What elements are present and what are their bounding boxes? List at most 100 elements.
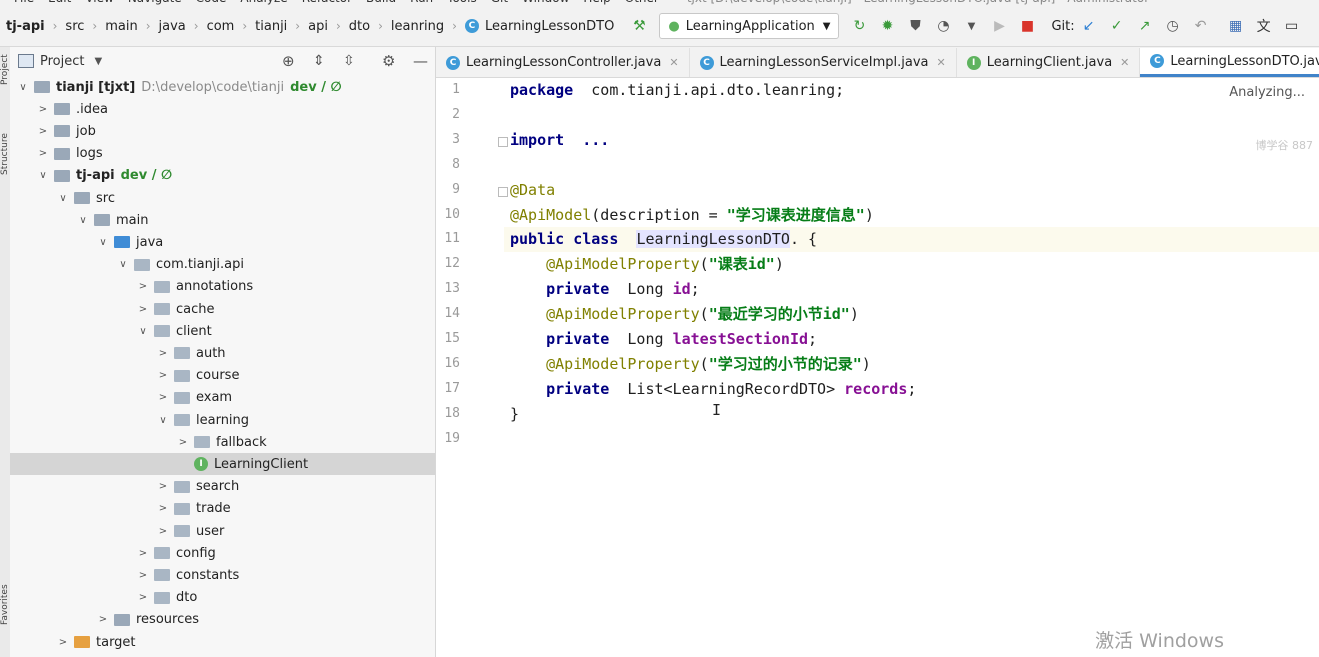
build-hammer-icon[interactable]: ⚒ — [628, 15, 650, 37]
menu-item[interactable]: Navigate — [128, 0, 182, 5]
tree-item[interactable]: ∨ java — [10, 231, 435, 253]
translate-icon[interactable]: 文 — [1253, 15, 1275, 37]
menu-item[interactable]: Edit — [48, 0, 71, 5]
close-icon[interactable]: ✕ — [937, 56, 946, 69]
breadcrumb-item[interactable]: api — [308, 19, 328, 34]
chevron-down-icon[interactable]: ∨ — [156, 415, 170, 426]
chevron-right-icon[interactable]: > — [96, 614, 110, 625]
tree-item[interactable]: > dto — [10, 587, 435, 609]
close-icon[interactable]: ✕ — [1120, 56, 1129, 69]
project-strip-label[interactable]: Project — [0, 54, 10, 85]
tree-item[interactable]: ∨ src — [10, 187, 435, 209]
breadcrumb-item[interactable]: tj-api — [6, 19, 45, 34]
chevron-right-icon[interactable]: > — [156, 348, 170, 359]
breadcrumb-item[interactable]: tianji — [255, 19, 287, 34]
tree-item[interactable]: ∨ tj-api dev / ∅ — [10, 165, 435, 187]
tree-item[interactable]: > search — [10, 476, 435, 498]
tree-item[interactable]: > logs — [10, 143, 435, 165]
profile-icon[interactable]: ◔ — [932, 15, 954, 37]
chevron-right-icon[interactable]: > — [136, 304, 150, 315]
structure-strip-label[interactable]: Structure — [0, 133, 10, 175]
editor-tab[interactable]: C LearningLessonController.java ✕ — [436, 48, 690, 77]
presentation-icon[interactable]: ▭ — [1281, 15, 1303, 37]
chevron-down-icon[interactable]: ∨ — [96, 237, 110, 248]
chevron-right-icon[interactable]: > — [136, 281, 150, 292]
tree-item[interactable]: I LearningClient — [10, 453, 435, 476]
menu-item[interactable]: Git — [491, 0, 508, 5]
tree-item[interactable]: > cache — [10, 298, 435, 320]
breadcrumb-item[interactable]: main — [105, 19, 137, 34]
tree-item[interactable]: > fallback — [10, 431, 435, 453]
chevron-down-icon[interactable]: ∨ — [16, 82, 30, 93]
run-configuration-select[interactable]: ● LearningApplication ▼ — [659, 13, 840, 39]
menu-item[interactable]: Build — [366, 0, 396, 5]
expand-all-icon[interactable]: ⇕ — [313, 53, 325, 69]
tree-item[interactable]: > exam — [10, 387, 435, 409]
chevron-right-icon[interactable]: > — [156, 526, 170, 537]
tree-item[interactable]: > config — [10, 542, 435, 564]
menu-item[interactable]: Window — [522, 0, 569, 5]
chevron-right-icon[interactable]: > — [136, 570, 150, 581]
tree-item[interactable]: ∨ client — [10, 320, 435, 342]
git-push-icon[interactable]: ↗ — [1134, 15, 1156, 37]
git-update-icon[interactable]: ↙ — [1078, 15, 1100, 37]
collapse-all-icon[interactable]: ⇳ — [343, 53, 355, 69]
menu-item[interactable]: Help — [583, 0, 610, 5]
breadcrumb-item[interactable]: dto — [349, 19, 370, 34]
tree-item[interactable]: > user — [10, 520, 435, 542]
chevron-right-icon[interactable]: > — [36, 148, 50, 159]
tree-item[interactable]: > annotations — [10, 276, 435, 298]
tree-item[interactable]: > auth — [10, 342, 435, 364]
project-structure-icon[interactable]: ▦ — [1225, 15, 1247, 37]
chevron-right-icon[interactable]: > — [136, 548, 150, 559]
chevron-right-icon[interactable]: > — [36, 104, 50, 115]
minimize-icon[interactable]: — — [413, 52, 428, 70]
fold-marker-icon[interactable] — [498, 186, 508, 197]
chevron-right-icon[interactable]: > — [156, 370, 170, 381]
tree-item[interactable]: ∨ com.tianji.api — [10, 254, 435, 276]
git-rollback-icon[interactable]: ↶ — [1190, 15, 1212, 37]
chevron-right-icon[interactable]: > — [56, 637, 70, 648]
editor-tab[interactable]: C LearningLessonServiceImpl.java ✕ — [690, 48, 957, 77]
menu-item[interactable]: Refactor — [302, 0, 352, 5]
tree-item[interactable]: > target — [10, 631, 435, 653]
tree-item[interactable]: > trade — [10, 498, 435, 520]
git-commit-icon[interactable]: ✓ — [1106, 15, 1128, 37]
chevron-down-icon[interactable]: ∨ — [56, 193, 70, 204]
favorites-strip-label[interactable]: Favorites — [0, 584, 10, 625]
tree-item[interactable]: ∨ learning — [10, 409, 435, 431]
rerun-icon[interactable]: ↻ — [848, 15, 870, 37]
tree-item[interactable]: ∨ tianji [tjxt] D:\develop\code\tianji dev … — [10, 76, 435, 98]
debug-icon[interactable]: ✹ — [876, 15, 898, 37]
menu-item[interactable]: View — [85, 0, 113, 5]
stop-icon[interactable]: ■ — [1016, 15, 1038, 37]
editor-tab[interactable]: I LearningClient.java ✕ — [957, 48, 1141, 77]
menu-item[interactable]: Code — [196, 0, 227, 5]
chevron-down-icon[interactable]: ∨ — [36, 170, 50, 181]
chevron-down-icon[interactable]: ∨ — [116, 259, 130, 270]
chevron-right-icon[interactable]: > — [136, 592, 150, 603]
breadcrumb-item[interactable]: LearningLessonDTO — [485, 19, 614, 34]
tree-item[interactable]: ∨ main — [10, 209, 435, 231]
git-history-icon[interactable]: ◷ — [1162, 15, 1184, 37]
editor-tab[interactable]: CLearningLessonDTO.java✕ — [1140, 48, 1319, 77]
locate-icon[interactable]: ⊕ — [282, 52, 295, 70]
tree-item[interactable]: > resources — [10, 609, 435, 631]
chevron-right-icon[interactable]: > — [156, 392, 170, 403]
fold-marker-icon[interactable] — [498, 136, 508, 147]
chevron-right-icon[interactable]: > — [156, 503, 170, 514]
chevron-right-icon[interactable]: > — [36, 126, 50, 137]
resume-icon[interactable]: ▶ — [988, 15, 1010, 37]
project-panel-title[interactable]: Project — [40, 54, 84, 69]
tree-item[interactable]: > course — [10, 365, 435, 387]
tree-item[interactable]: > constants — [10, 564, 435, 586]
breadcrumb-item[interactable]: leanring — [391, 19, 444, 34]
chevron-down-icon[interactable]: ▼ — [94, 56, 102, 67]
menu-item[interactable]: Other — [625, 0, 659, 5]
tree-item[interactable]: > .idea — [10, 98, 435, 120]
coverage-icon[interactable]: ⛊ — [904, 15, 926, 37]
chevron-right-icon[interactable]: > — [176, 437, 190, 448]
close-icon[interactable]: ✕ — [669, 56, 678, 69]
menu-item[interactable]: Run — [410, 0, 433, 5]
breadcrumb-item[interactable]: src — [65, 19, 84, 34]
